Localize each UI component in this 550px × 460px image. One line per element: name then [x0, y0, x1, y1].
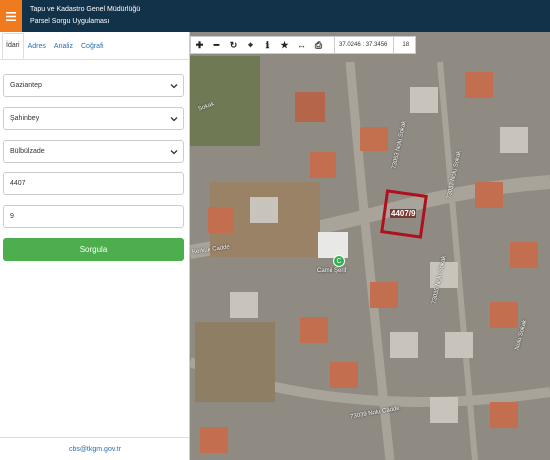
info-icon: ℹ — [265, 39, 270, 50]
tab-analiz[interactable]: Analiz — [50, 43, 77, 59]
refresh-button[interactable]: ↻ — [225, 37, 242, 53]
mosque-marker-icon[interactable]: C — [333, 255, 345, 267]
print-button[interactable]: ⎙ — [310, 37, 327, 53]
zoom-out-button[interactable]: ━ — [208, 37, 225, 53]
ada-input-value: 4407 — [10, 180, 26, 187]
parcel-label: 4407/9 — [390, 209, 417, 218]
measure-button[interactable]: ↔ — [293, 37, 310, 53]
locate-icon: ⌖ — [247, 39, 254, 50]
sidebar-footer: cbs@tkgm.gov.tr — [0, 437, 190, 460]
ilce-select[interactable]: Şahinbey — [3, 107, 184, 130]
menu-button[interactable] — [0, 0, 22, 32]
parsel-input[interactable]: 9 — [3, 205, 184, 228]
app-header: Tapu ve Kadastro Genel Müdürlüğü Parsel … — [0, 0, 550, 32]
mahalle-select-value: Bülbülzade — [10, 148, 45, 155]
chevron-down-icon — [170, 117, 178, 122]
hamburger-icon — [6, 11, 16, 21]
refresh-icon: ↻ — [229, 39, 238, 50]
sorgula-button[interactable]: Sorgula — [3, 238, 184, 261]
tab-cografi[interactable]: Coğrafi — [77, 43, 108, 59]
favorite-button[interactable]: ★ — [276, 37, 293, 53]
zoom-level: 18 — [393, 37, 409, 53]
chevron-down-icon — [170, 150, 178, 155]
plus-icon: ✚ — [195, 39, 204, 50]
measure-icon: ↔ — [297, 40, 306, 50]
map-view[interactable]: ✚ ━ ↻ ⌖ ℹ ★ ↔ ⎙ 37.0246 : 37.3456 18 Sok… — [190, 32, 550, 460]
info-button[interactable]: ℹ — [259, 37, 276, 53]
locate-button[interactable]: ⌖ — [242, 37, 259, 53]
app-title: Tapu ve Kadastro Genel Müdürlüğü — [30, 6, 141, 13]
map-toolbar: ✚ ━ ↻ ⌖ ℹ ★ ↔ ⎙ 37.0246 : 37.3456 18 — [190, 36, 416, 54]
tab-bar: İdari Adres Analiz Coğrafi — [0, 32, 190, 60]
star-icon: ★ — [280, 39, 289, 50]
ada-input[interactable]: 4407 — [3, 172, 184, 195]
app-subtitle: Parsel Sorgu Uygulaması — [30, 18, 110, 25]
sidebar: İdari Adres Analiz Coğrafi Gaziantep Şah… — [0, 32, 190, 460]
satellite-imagery — [190, 32, 550, 460]
chevron-down-icon — [170, 84, 178, 89]
parsel-input-value: 9 — [10, 213, 14, 220]
minus-icon: ━ — [213, 39, 220, 50]
zoom-in-button[interactable]: ✚ — [191, 37, 208, 53]
place-label: Camii Şerif — [317, 268, 347, 274]
marker-letter: C — [336, 257, 342, 265]
footer-email-link[interactable]: cbs@tkgm.gov.tr — [69, 446, 121, 453]
ilce-select-value: Şahinbey — [10, 115, 40, 122]
il-select-value: Gaziantep — [10, 82, 42, 89]
print-icon: ⎙ — [314, 39, 323, 50]
tab-idari[interactable]: İdari — [2, 33, 24, 59]
il-select[interactable]: Gaziantep — [3, 74, 184, 97]
mahalle-select[interactable]: Bülbülzade — [3, 140, 184, 163]
coordinate-readout: 37.0246 : 37.3456 — [334, 37, 387, 53]
tab-adres[interactable]: Adres — [24, 43, 50, 59]
